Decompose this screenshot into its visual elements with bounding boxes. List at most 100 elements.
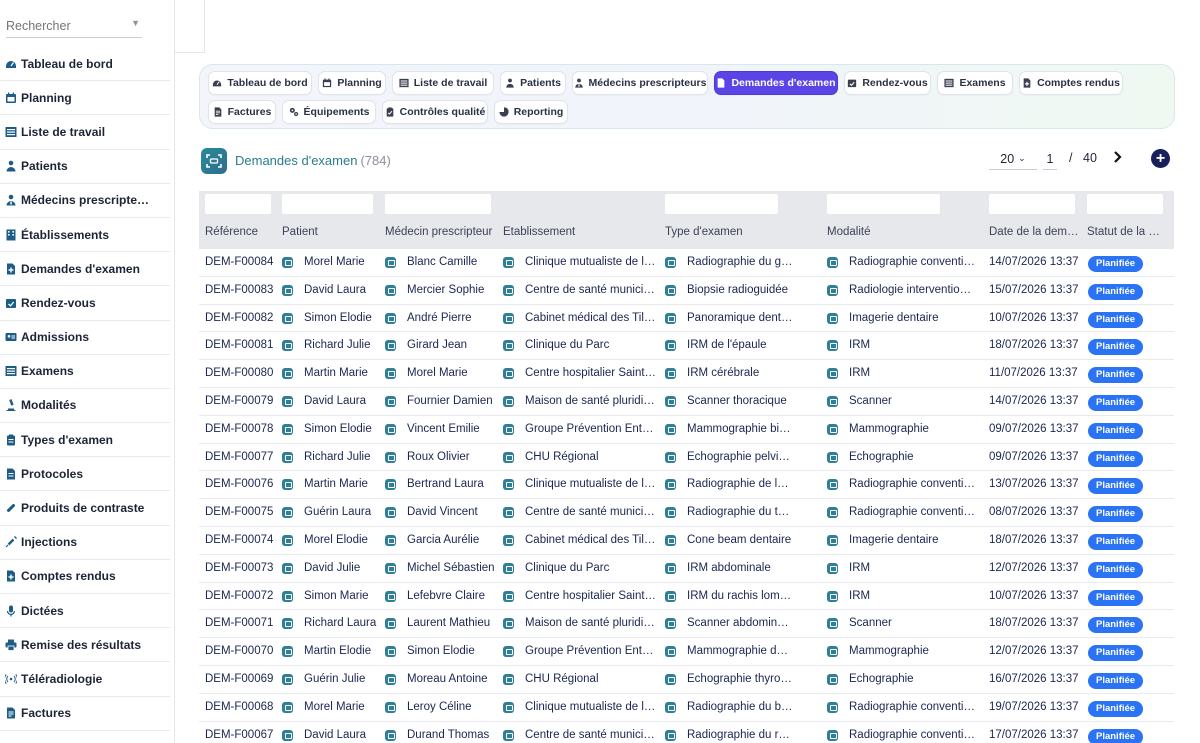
table-row[interactable]: DEM-F00080 Martin Marie Morel Marie Centre … — [199, 360, 1174, 388]
link-tag-icon[interactable] — [665, 396, 676, 407]
link-tag-icon[interactable] — [665, 646, 676, 658]
link-tag-icon[interactable] — [282, 674, 293, 685]
link-tag-icon[interactable] — [665, 701, 676, 713]
sidebar-item-comptes-rendus[interactable]: Comptes rendus — [0, 560, 170, 594]
link-tag-icon[interactable] — [827, 284, 838, 296]
sidebar-item-produits-de-contraste[interactable]: Produits de contraste — [0, 491, 170, 526]
link-tag-icon[interactable] — [665, 674, 676, 685]
link-tag-icon[interactable] — [665, 312, 676, 324]
link-tag-icon[interactable] — [385, 507, 396, 519]
column-filter-input[interactable] — [1087, 194, 1163, 214]
link-tag-icon[interactable] — [665, 618, 676, 630]
link-tag-icon[interactable] — [282, 701, 293, 713]
column-header-date-de-la-dem[interactable]: Date de la dem… — [989, 226, 1085, 238]
table-row[interactable]: DEM-F00073 David Julie Michel Sébastien Cli… — [199, 555, 1174, 583]
table-row[interactable]: DEM-F00084 Morel Marie Blanc Camille Cliniq… — [199, 249, 1174, 277]
link-tag-icon[interactable] — [503, 257, 514, 268]
sidebar-item-planning[interactable]: Planning — [0, 81, 170, 116]
sidebar-item-etablissements[interactable]: Établissements — [0, 218, 170, 253]
link-tag-icon[interactable] — [665, 451, 676, 463]
search-box[interactable]: ▼ — [6, 14, 142, 38]
link-tag-icon[interactable] — [503, 368, 514, 380]
link-tag-icon[interactable] — [385, 729, 396, 741]
link-tag-icon[interactable] — [385, 312, 396, 324]
sidebar-item-factures[interactable]: Factures — [0, 697, 170, 731]
link-tag-icon[interactable] — [282, 284, 293, 296]
link-tag-icon[interactable] — [385, 479, 396, 491]
cell-reference[interactable]: DEM-F00077 — [205, 451, 277, 463]
link-tag-icon[interactable] — [503, 284, 514, 296]
link-tag-icon[interactable] — [385, 562, 396, 574]
link-tag-icon[interactable] — [385, 257, 396, 268]
sidebar-item-medecins-prescripte[interactable]: Médecins prescripte… — [0, 184, 170, 218]
table-row[interactable]: DEM-F00072 Simon Marie Lefebvre Claire Cent… — [199, 583, 1174, 611]
tab-tableau-de-bord[interactable]: Tableau de bord — [208, 71, 312, 95]
link-tag-icon[interactable] — [282, 340, 293, 352]
link-tag-icon[interactable] — [282, 535, 293, 546]
link-tag-icon[interactable] — [282, 646, 293, 658]
tab-equipements[interactable]: Équipements — [282, 100, 376, 124]
table-row[interactable]: DEM-F00068 Morel Marie Leroy Céline Cliniqu… — [199, 694, 1174, 722]
sidebar-item-admissions[interactable]: Admissions — [0, 321, 170, 355]
link-tag-icon[interactable] — [827, 340, 838, 352]
link-tag-icon[interactable] — [385, 423, 396, 435]
link-tag-icon[interactable] — [503, 479, 514, 491]
link-tag-icon[interactable] — [827, 451, 838, 463]
search-input[interactable] — [6, 14, 126, 38]
link-tag-icon[interactable] — [282, 507, 293, 519]
tab-controles-qualite[interactable]: Contrôles qualité — [382, 100, 488, 124]
cell-reference[interactable]: DEM-F00083 — [205, 284, 277, 296]
link-tag-icon[interactable] — [503, 674, 514, 685]
cell-reference[interactable]: DEM-F00072 — [205, 590, 277, 602]
link-tag-icon[interactable] — [385, 535, 396, 546]
tab-medecins-prescripteurs[interactable]: Médecins prescripteurs — [572, 71, 708, 95]
link-tag-icon[interactable] — [503, 312, 514, 324]
link-tag-icon[interactable] — [385, 396, 396, 407]
link-tag-icon[interactable] — [827, 396, 838, 407]
tab-demandes-d-examen[interactable]: Demandes d'examen — [714, 71, 838, 95]
table-row[interactable]: DEM-F00070 Martin Élodie Simon Élodie Group… — [199, 638, 1174, 666]
link-tag-icon[interactable] — [282, 451, 293, 463]
table-row[interactable]: DEM-F00076 Martin Marie Bertrand Laura Clin… — [199, 471, 1174, 500]
tab-examens[interactable]: Examens — [937, 71, 1013, 95]
next-page-button[interactable] — [1113, 148, 1127, 166]
link-tag-icon[interactable] — [503, 507, 514, 519]
link-tag-icon[interactable] — [385, 340, 396, 352]
tab-rendez-vous[interactable]: Rendez-vous — [844, 71, 931, 95]
link-tag-icon[interactable] — [503, 535, 514, 546]
cell-reference[interactable]: DEM-F00082 — [205, 312, 277, 324]
link-tag-icon[interactable] — [827, 729, 838, 741]
link-tag-icon[interactable] — [282, 479, 293, 491]
column-header-modalite[interactable]: Modalité — [827, 226, 977, 238]
link-tag-icon[interactable] — [827, 618, 838, 630]
tab-liste-de-travail[interactable]: Liste de travail — [392, 71, 494, 95]
link-tag-icon[interactable] — [827, 590, 838, 602]
link-tag-icon[interactable] — [827, 368, 838, 380]
link-tag-icon[interactable] — [665, 284, 676, 296]
link-tag-icon[interactable] — [503, 618, 514, 630]
link-tag-icon[interactable] — [827, 423, 838, 435]
link-tag-icon[interactable] — [385, 674, 396, 685]
page-number-input[interactable]: 1 — [1043, 148, 1057, 170]
link-tag-icon[interactable] — [282, 562, 293, 574]
sidebar-item-remise-des-resultats[interactable]: Remise des résultats — [0, 628, 170, 663]
column-filter-input[interactable] — [385, 194, 491, 214]
cell-reference[interactable]: DEM-F00067 — [205, 729, 277, 741]
column-header-statut-de-la[interactable]: Statut de la … — [1087, 226, 1167, 238]
link-tag-icon[interactable] — [503, 340, 514, 352]
per-page-select[interactable]: 20 ⌄ — [989, 148, 1037, 170]
table-row[interactable]: DEM-F00082 Simon Élodie André Pierre Cabine… — [199, 305, 1174, 333]
column-header-reference[interactable]: Référence — [205, 226, 277, 238]
link-tag-icon[interactable] — [665, 368, 676, 380]
sidebar-item-patients[interactable]: Patients — [0, 150, 170, 184]
link-tag-icon[interactable] — [503, 423, 514, 435]
sidebar-item-types-d-examen[interactable]: Types d'examen — [0, 423, 170, 458]
link-tag-icon[interactable] — [385, 451, 396, 463]
column-filter-input[interactable] — [205, 194, 271, 214]
link-tag-icon[interactable] — [665, 562, 676, 574]
link-tag-icon[interactable] — [665, 257, 676, 268]
link-tag-icon[interactable] — [665, 535, 676, 546]
tab-comptes-rendus[interactable]: Comptes rendus — [1019, 71, 1123, 95]
column-filter-input[interactable] — [827, 194, 940, 214]
link-tag-icon[interactable] — [827, 674, 838, 685]
